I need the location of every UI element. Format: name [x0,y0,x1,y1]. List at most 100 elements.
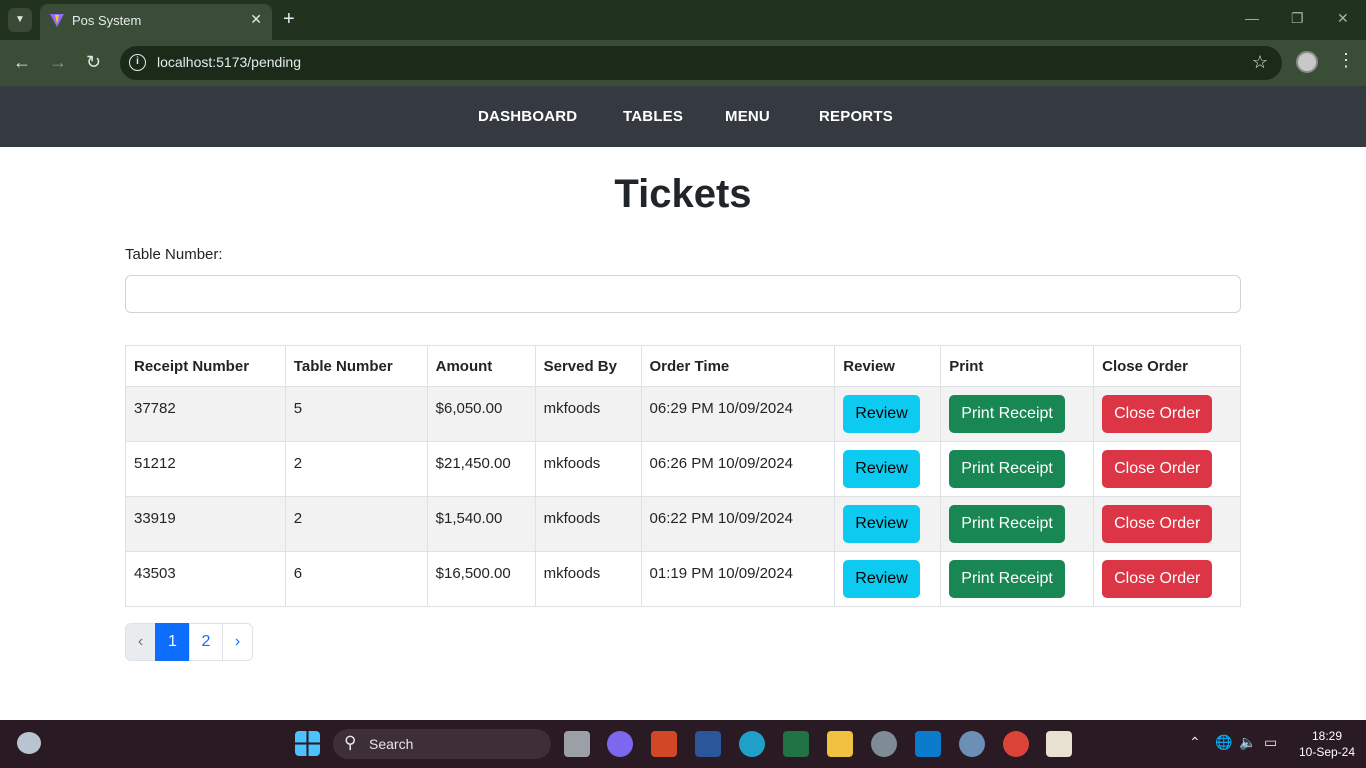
print-receipt-button[interactable]: Print Receipt [949,395,1065,433]
tab-title: Pos System [72,13,142,28]
forward-icon[interactable]: → [49,52,67,72]
header-served-by: Served By [534,345,642,387]
amount-cell: $16,500.00 [426,551,536,607]
table-header-row: Receipt Number Table Number Amount Serve… [125,345,1241,387]
table-number-label: Table Number: [125,246,223,263]
pagination-prev-button[interactable]: ‹ [125,623,156,661]
close-order-button[interactable]: Close Order [1102,395,1213,433]
reload-icon[interactable]: ↻ [86,52,101,72]
close-cell: Close Order [1093,441,1241,497]
teams-icon[interactable] [607,731,633,757]
powerpoint-icon[interactable] [651,731,677,757]
vite-logo-icon [50,14,64,27]
browser-menu-icon[interactable]: ⋮ [1337,50,1355,71]
pagination-page-2[interactable]: 2 [189,623,223,661]
header-order-time: Order Time [640,345,836,387]
battery-icon[interactable]: ▭ [1264,734,1277,751]
nav-menu-link[interactable]: MENU [725,108,770,125]
taskbar-clock[interactable]: 18:29 10-Sep-24 [1291,728,1363,760]
active-app-icon[interactable] [1046,731,1072,757]
table-number-cell: 2 [284,441,428,497]
chrome-icon[interactable] [1003,731,1029,757]
table-number-cell: 6 [284,551,428,607]
window-close-icon[interactable]: ✕ [1337,10,1349,27]
clock-time: 18:29 [1311,729,1343,743]
amount-cell: $1,540.00 [426,496,536,552]
close-order-button[interactable]: Close Order [1102,450,1213,488]
bookmark-star-icon[interactable]: ☆ [1252,52,1268,73]
tab-search-chevron-icon[interactable]: ▼ [8,8,32,32]
table-number-cell: 2 [284,496,428,552]
served-by-cell: mkfoods [534,386,642,442]
pagination-page-1[interactable]: 1 [155,623,190,661]
print-cell: Print Receipt [940,496,1095,552]
receipt-number-cell: 33919 [125,496,286,552]
receipt-number-cell: 37782 [125,386,286,442]
postgresql-icon[interactable] [959,731,985,757]
table-row: 33919 2 $1,540.00 mkfoods 06:22 PM 10/09… [125,496,1241,552]
amount-cell: $21,450.00 [426,441,536,497]
table-row: 51212 2 $21,450.00 mkfoods 06:26 PM 10/0… [125,441,1241,497]
minimize-icon[interactable]: — [1245,10,1259,26]
address-bar[interactable]: i localhost:5173/pending ☆ [120,46,1282,80]
print-receipt-button[interactable]: Print Receipt [949,505,1065,543]
close-order-button[interactable]: Close Order [1102,560,1213,598]
os-taskbar: ⚲ Search ⌃ 🌐 🔈 ▭ 18:29 10-Sep-24 [0,720,1366,768]
header-print: Print [940,345,1095,387]
close-cell: Close Order [1093,496,1241,552]
order-time-cell: 06:26 PM 10/09/2024 [640,441,836,497]
print-receipt-button[interactable]: Print Receipt [949,450,1065,488]
volume-icon[interactable]: 🔈 [1239,734,1256,751]
table-row: 43503 6 $16,500.00 mkfoods 01:19 PM 10/0… [125,551,1241,607]
site-info-icon[interactable]: i [129,54,146,71]
header-review: Review [834,345,942,387]
print-receipt-button[interactable]: Print Receipt [949,560,1065,598]
amount-cell: $6,050.00 [426,386,536,442]
close-order-button[interactable]: Close Order [1102,505,1213,543]
review-button[interactable]: Review [843,505,920,543]
browser-tab[interactable]: Pos System ✕ [40,4,272,40]
url-text[interactable]: localhost:5173/pending [157,54,301,70]
nav-tables-link[interactable]: TABLES [623,108,683,125]
vscode-icon[interactable] [915,731,941,757]
review-button[interactable]: Review [843,560,920,598]
windows-start-icon[interactable] [295,731,320,756]
language-icon[interactable]: 🌐 [1215,734,1232,751]
browser-tab-strip: ▼ Pos System ✕ + — ❐ ✕ [0,0,1366,40]
new-tab-icon[interactable]: + [283,8,295,30]
profile-avatar-icon[interactable] [1296,51,1318,73]
settings-icon[interactable] [871,731,897,757]
file-explorer-icon[interactable] [827,731,853,757]
receipt-number-cell: 51212 [125,441,286,497]
nav-reports-link[interactable]: REPORTS [819,108,893,125]
served-by-cell: mkfoods [534,496,642,552]
tickets-table: Receipt Number Table Number Amount Serve… [125,345,1241,607]
print-cell: Print Receipt [940,441,1095,497]
table-number-input[interactable] [125,275,1241,313]
header-table-number: Table Number [284,345,428,387]
nav-dashboard-link[interactable]: DASHBOARD [478,108,577,125]
pagination: ‹ 1 2 › [125,623,253,661]
taskbar-search-box[interactable]: ⚲ Search [333,729,551,759]
tray-chevron-icon[interactable]: ⌃ [1189,734,1201,751]
word-icon[interactable] [695,731,721,757]
table-row: 37782 5 $6,050.00 mkfoods 06:29 PM 10/09… [125,386,1241,442]
review-button[interactable]: Review [843,395,920,433]
restore-icon[interactable]: ❐ [1291,10,1304,27]
weather-icon[interactable] [17,732,41,754]
back-icon[interactable]: ← [13,52,31,72]
excel-icon[interactable] [783,731,809,757]
header-amount: Amount [426,345,536,387]
tab-close-icon[interactable]: ✕ [250,11,262,28]
header-receipt-number: Receipt Number [125,345,286,387]
review-cell: Review [834,551,942,607]
table-number-cell: 5 [284,386,428,442]
review-cell: Review [834,441,942,497]
pagination-next-button[interactable]: › [222,623,253,661]
review-button[interactable]: Review [843,450,920,488]
task-view-icon[interactable] [564,731,590,757]
close-cell: Close Order [1093,551,1241,607]
served-by-cell: mkfoods [534,441,642,497]
edge-icon[interactable] [739,731,765,757]
taskbar-search-label: Search [369,736,414,752]
